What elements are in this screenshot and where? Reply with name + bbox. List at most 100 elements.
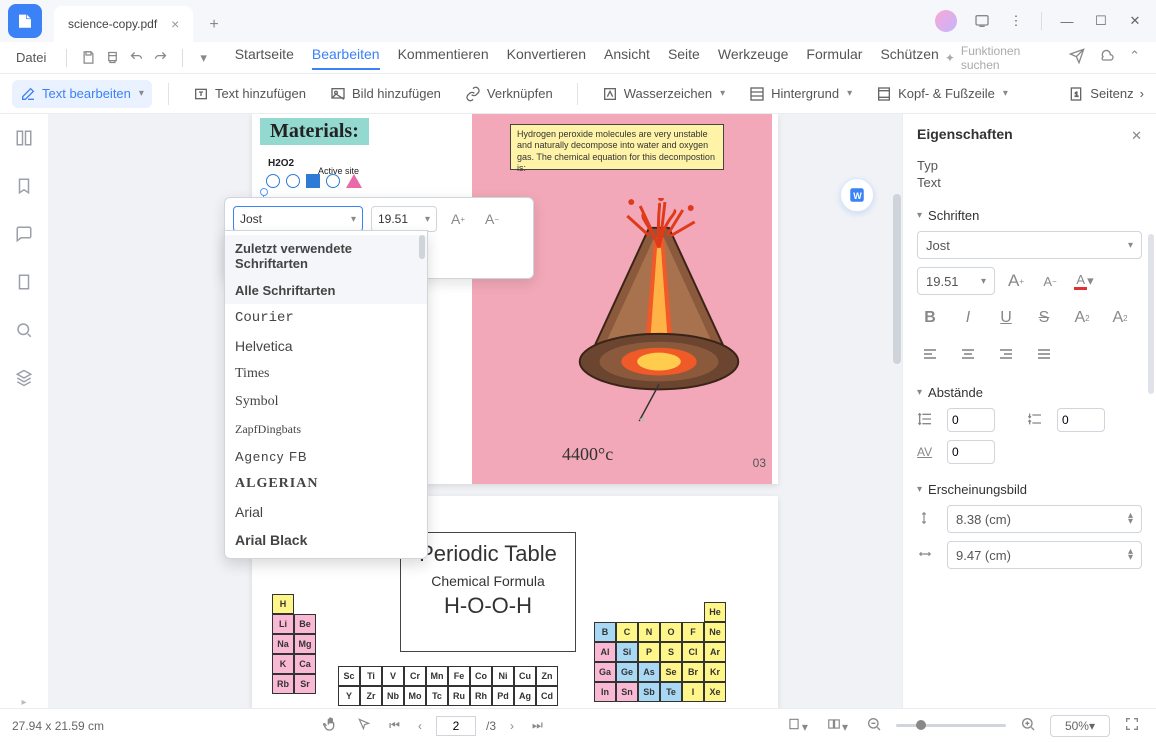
zoom-in-icon[interactable] (1016, 716, 1040, 735)
underline-icon[interactable]: U (993, 305, 1019, 331)
line-spacing-input[interactable] (947, 408, 995, 432)
align-justify-icon[interactable] (1031, 341, 1057, 367)
zoom-value[interactable]: 50% ▾ (1050, 715, 1110, 737)
select-tool-icon[interactable] (353, 717, 375, 734)
feedback-icon[interactable] (973, 12, 991, 30)
tab-kommentieren[interactable]: Kommentieren (398, 46, 489, 70)
first-page-icon[interactable]: ⏮ (385, 718, 404, 733)
close-tab-icon[interactable]: × (171, 16, 179, 32)
collapse-properties-icon[interactable]: ◂ (639, 414, 644, 425)
cloud-icon[interactable] (1099, 48, 1115, 67)
tab-seite[interactable]: Seite (668, 46, 700, 70)
decrease-font-icon[interactable]: A− (1037, 268, 1063, 294)
attachments-icon[interactable] (14, 272, 34, 292)
props-font-select[interactable]: Jost ▾ (917, 231, 1142, 259)
minimize-icon[interactable]: — (1058, 12, 1076, 30)
page-number-input[interactable] (436, 716, 476, 736)
hand-tool-icon[interactable] (319, 716, 343, 735)
align-center-icon[interactable] (955, 341, 981, 367)
thumbnails-icon[interactable] (14, 128, 34, 148)
next-page-icon[interactable]: › (506, 719, 518, 733)
more-icon[interactable]: ⋮ (1007, 12, 1025, 30)
tab-werkzeuge[interactable]: Werkzeuge (718, 46, 789, 70)
align-right-icon[interactable] (993, 341, 1019, 367)
add-tab-button[interactable]: + (201, 8, 226, 42)
font-option-algerian[interactable]: ALGERIAN (225, 470, 427, 498)
dropdown-icon[interactable]: ▾ (195, 48, 213, 68)
props-scrollbar[interactable] (1148, 114, 1154, 708)
redo-icon[interactable] (152, 48, 170, 68)
increase-font-icon[interactable]: A+ (445, 206, 471, 232)
funktionen-suchen[interactable]: Funktionen suchen (961, 44, 1051, 72)
prev-page-icon[interactable]: ‹ (414, 719, 426, 733)
font-option-agency-fb[interactable]: Agency FB (225, 443, 427, 470)
view-mode-icon[interactable]: ▾ (822, 717, 852, 734)
share-icon[interactable] (1069, 48, 1085, 67)
font-option-zapfdingbats[interactable]: ZapfDingbats (225, 416, 427, 443)
collapse-ribbon-icon[interactable]: ⌃ (1129, 48, 1140, 67)
tab-schuetzen[interactable]: Schützen (880, 46, 938, 70)
user-avatar[interactable] (935, 10, 957, 32)
width-input[interactable]: 9.47 (cm) ▴▾ (947, 541, 1142, 569)
dropdown-scrollbar[interactable] (419, 235, 425, 259)
document-area[interactable]: Materials: H2O2 Active site Hydrogen per… (48, 114, 902, 708)
document-tab[interactable]: science-copy.pdf × (54, 6, 193, 42)
font-color-icon[interactable]: A▾ (1071, 268, 1097, 294)
erscheinungsbild-section[interactable]: Erscheinungsbild (917, 482, 1142, 497)
search-icon[interactable] (14, 320, 34, 340)
tab-startseite[interactable]: Startseite (235, 46, 294, 70)
font-option-arial-black[interactable]: Arial Black (225, 526, 427, 554)
font-option-courier[interactable]: Courier (225, 304, 427, 332)
decrease-font-icon[interactable]: A− (479, 206, 505, 232)
zoom-out-icon[interactable] (862, 716, 886, 735)
tab-ansicht[interactable]: Ansicht (604, 46, 650, 70)
font-option-times[interactable]: Times (225, 360, 427, 388)
font-option-symbol[interactable]: Symbol (225, 388, 427, 416)
props-size-select[interactable]: 19.51 ▾ (917, 267, 995, 295)
last-page-icon[interactable]: ⏭ (528, 718, 547, 733)
datei-menu[interactable]: Datei (16, 50, 46, 65)
strikethrough-icon[interactable]: S (1031, 305, 1057, 331)
edit-text-button[interactable]: Text bearbeiten ▾ (12, 80, 152, 108)
kerning-input[interactable] (947, 440, 995, 464)
layers-icon[interactable] (14, 368, 34, 388)
popup-size-select[interactable]: 19.51 ▾ (371, 206, 437, 232)
save-icon[interactable] (79, 48, 97, 68)
word-export-fab[interactable]: W (840, 178, 874, 212)
close-window-icon[interactable]: ✕ (1126, 12, 1144, 30)
font-option-helvetica[interactable]: Helvetica (225, 332, 427, 360)
increase-font-icon[interactable]: A+ (1003, 268, 1029, 294)
schriften-section[interactable]: Schriften (917, 208, 1142, 223)
bold-icon[interactable]: B (917, 305, 943, 331)
subscript-icon[interactable]: A2 (1107, 305, 1133, 331)
comments-icon[interactable] (14, 224, 34, 244)
fit-width-icon[interactable]: ▾ (782, 717, 812, 734)
undo-icon[interactable] (127, 48, 145, 68)
link-button[interactable]: Verknüpfen (457, 80, 561, 108)
superscript-icon[interactable]: A2 (1069, 305, 1095, 331)
paragraph-spacing-input[interactable] (1057, 408, 1105, 432)
tab-konvertieren[interactable]: Konvertieren (507, 46, 586, 70)
watermark-button[interactable]: Wasserzeichen ▾ (594, 80, 733, 108)
fullscreen-icon[interactable] (1120, 716, 1144, 735)
doc-scrollbar[interactable] (893, 114, 901, 708)
abstaende-section[interactable]: Abstände (917, 385, 1142, 400)
popup-font-select[interactable]: Jost ▾ (233, 206, 363, 232)
expand-sidebar-icon[interactable]: ▸ (21, 697, 26, 708)
add-text-button[interactable]: Text hinzufügen (185, 80, 314, 108)
headerfooter-button[interactable]: Kopf- & Fußzeile ▾ (868, 80, 1016, 108)
font-option-arial[interactable]: Arial (225, 498, 427, 526)
maximize-icon[interactable]: ☐ (1092, 12, 1110, 30)
tab-formular[interactable]: Formular (806, 46, 862, 70)
print-icon[interactable] (103, 48, 121, 68)
align-left-icon[interactable] (917, 341, 943, 367)
close-properties-icon[interactable]: ✕ (1131, 128, 1142, 144)
height-input[interactable]: 8.38 (cm) ▴▾ (947, 505, 1142, 533)
zoom-slider[interactable] (896, 724, 1006, 727)
background-button[interactable]: Hintergrund ▾ (741, 80, 860, 108)
page-number-button[interactable]: 1 Seitenz › (1068, 86, 1144, 102)
italic-icon[interactable]: I (955, 305, 981, 331)
add-image-button[interactable]: Bild hinzufügen (322, 80, 449, 108)
tab-bearbeiten[interactable]: Bearbeiten (312, 46, 380, 70)
bookmarks-icon[interactable] (14, 176, 34, 196)
